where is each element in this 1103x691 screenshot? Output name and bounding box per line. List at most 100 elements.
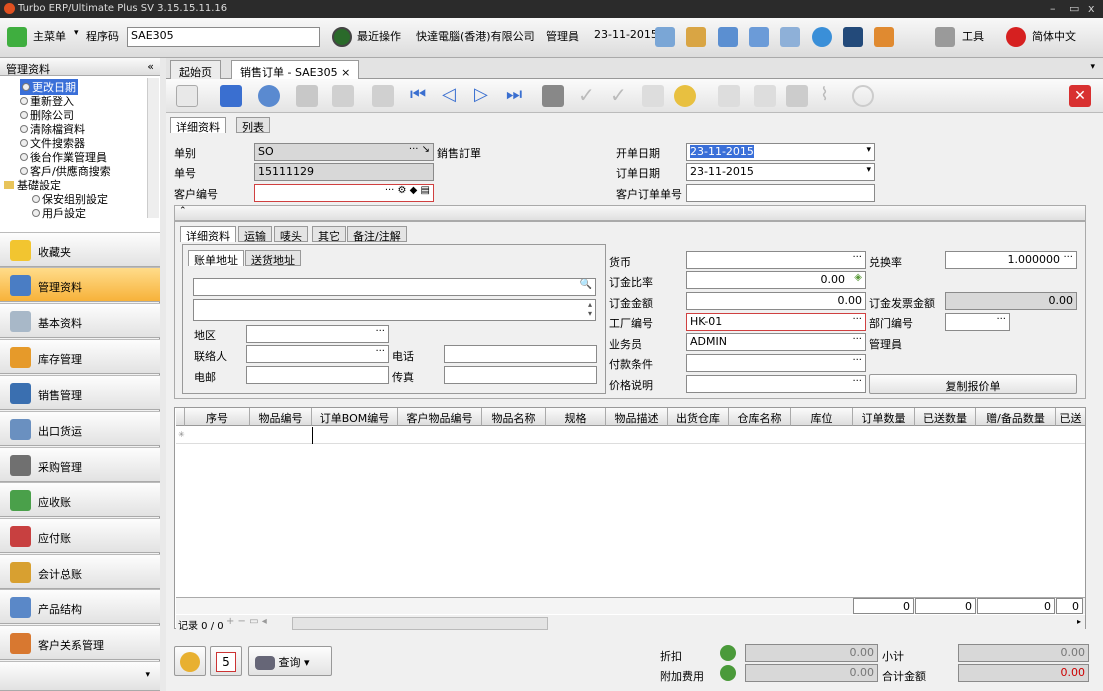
record-nav-buttons[interactable]: + − ▭ ◂ (226, 616, 267, 627)
nav-crm[interactable]: 客户关系管理 (0, 625, 160, 660)
col-bom-no[interactable]: 订单BOM编号 (312, 408, 398, 426)
col-warehouse[interactable]: 出货仓库 (668, 408, 729, 426)
inner-tab-shipping[interactable]: 运输 (238, 226, 272, 243)
query-button[interactable]: 查询 ▾ (248, 646, 332, 676)
salesman-field[interactable]: ADMIN ··· (686, 333, 866, 351)
close-window-icon[interactable]: x (1088, 2, 1095, 15)
nav-ledger[interactable]: 会计总账 (0, 554, 160, 589)
search-doc-icon[interactable] (655, 27, 675, 47)
collapse-icon[interactable]: « (147, 60, 154, 73)
addr-tab-billing[interactable]: 账单地址 (188, 250, 244, 267)
wizard-icon[interactable] (674, 85, 696, 107)
list-icon[interactable] (718, 27, 738, 47)
last-record-icon[interactable]: ⏭ (506, 84, 528, 106)
grid-new-row[interactable]: ✳ (176, 427, 1085, 444)
col-item-no[interactable]: 物品编号 (250, 408, 312, 426)
region-field[interactable]: ··· (246, 325, 389, 343)
cust-order-field[interactable] (686, 184, 875, 202)
nav-purchase[interactable]: 采购管理 (0, 447, 160, 482)
stamp-icon[interactable] (642, 85, 664, 107)
address-line1-input[interactable]: 🔍 (193, 278, 596, 296)
new-icon[interactable] (176, 85, 198, 107)
clock-icon[interactable] (332, 27, 352, 47)
copy-icon[interactable] (718, 85, 740, 107)
nav-favorites[interactable]: 收藏夹 (0, 232, 160, 267)
delete-icon[interactable] (332, 85, 354, 107)
language-menu[interactable]: 简体中文 (1032, 28, 1076, 44)
rate-field[interactable]: 1.000000 ··· (945, 251, 1077, 269)
prev-record-icon[interactable]: ◁ (442, 84, 464, 106)
china-flag-icon[interactable] (1006, 27, 1026, 47)
nav-more[interactable]: ▾ (0, 661, 160, 691)
edit-icon[interactable] (296, 85, 318, 107)
phone-field[interactable] (444, 345, 597, 363)
tools-icon[interactable] (935, 27, 955, 47)
header-collapse-bar[interactable]: ⌃ (174, 205, 1086, 221)
calendar-button[interactable]: 5 (210, 646, 242, 676)
col-seq[interactable]: 序号 (185, 408, 250, 426)
email-field[interactable] (246, 366, 389, 384)
print-icon[interactable] (786, 85, 808, 107)
nav-payable[interactable]: 应付账 (0, 518, 160, 553)
tab-list[interactable]: 列表 (236, 117, 270, 134)
filter-icon[interactable] (542, 85, 564, 107)
check-circle-icon[interactable] (852, 85, 874, 107)
tab-home[interactable]: 起始页 (170, 60, 221, 79)
discount-add-icon[interactable] (720, 645, 736, 661)
horizontal-scrollbar[interactable] (292, 617, 548, 630)
inner-tab-marks[interactable]: 唛头 (274, 226, 308, 243)
first-record-icon[interactable]: ⏮ (410, 84, 432, 106)
currency-field[interactable]: ··· (686, 251, 866, 269)
close-doc-icon[interactable]: ✕ (1069, 85, 1091, 107)
print-menu-icon[interactable] (372, 85, 394, 107)
nav-bom[interactable]: 产品结构 (0, 589, 160, 624)
prog-code-input[interactable]: SAE305 (127, 27, 320, 47)
inner-tab-detail[interactable]: 详细资料 (180, 226, 236, 243)
contact-field[interactable]: ··· (246, 345, 389, 363)
money-button[interactable] (174, 646, 206, 676)
nav-sales[interactable]: 销售管理 (0, 375, 160, 410)
copy-quote-button[interactable]: 复制报价单 (869, 374, 1077, 394)
address-line2-input[interactable]: ▴ ▾ (193, 299, 596, 321)
col-location[interactable]: 库位 (791, 408, 853, 426)
attach-icon[interactable]: ⌇ (820, 84, 842, 106)
maximize-icon[interactable]: ▭ (1069, 2, 1079, 15)
inner-tab-other[interactable]: 其它 (312, 226, 346, 243)
monitor-icon[interactable] (843, 27, 863, 47)
next-record-icon[interactable]: ▷ (474, 84, 496, 106)
col-sent-qty[interactable]: 已送数量 (915, 408, 976, 426)
col-gift-qty[interactable]: 赠/备品数量 (976, 408, 1056, 426)
type-field[interactable]: SO ··· ↘ (254, 143, 434, 161)
tab-close-icon[interactable]: × (341, 66, 350, 79)
tab-detail[interactable]: 详细资料 (170, 117, 226, 134)
payment-terms-field[interactable]: ··· (686, 354, 866, 372)
nav-inventory[interactable]: 库存管理 (0, 339, 160, 374)
scroll-right-icon[interactable]: ▸ (1077, 617, 1081, 626)
cust-no-field[interactable]: ··· ⚙ ◆ ▤ (254, 184, 434, 202)
refresh-record-icon[interactable] (258, 85, 280, 107)
price-terms-field[interactable]: ··· (686, 375, 866, 393)
tab-list-icon[interactable]: ▾ (1090, 62, 1095, 72)
deposit-ratio-field[interactable]: 0.00 ◈ (686, 271, 866, 289)
home-icon[interactable] (686, 27, 706, 47)
main-menu-icon[interactable] (7, 27, 27, 47)
extra-fee-add-icon[interactable] (720, 665, 736, 681)
recent-ops-button[interactable]: 最近操作 (357, 28, 401, 44)
factory-field[interactable]: HK-01 ··· (686, 313, 866, 331)
nav-admin[interactable]: 管理资料 (0, 267, 160, 302)
tools-menu[interactable]: 工具 (962, 28, 984, 44)
inner-tab-remarks[interactable]: 备注/注解 (347, 226, 407, 243)
col-desc[interactable]: 物品描述 (606, 408, 668, 426)
dept-field[interactable]: ··· (945, 313, 1010, 331)
refresh-icon[interactable] (812, 27, 832, 47)
save-icon[interactable] (220, 85, 242, 107)
col-order-qty[interactable]: 订单数量 (853, 408, 915, 426)
preview-icon[interactable] (780, 27, 800, 47)
minimize-icon[interactable]: – (1050, 2, 1056, 15)
nav-receivable[interactable]: 应收账 (0, 482, 160, 517)
tree-scrollbar[interactable] (147, 78, 159, 218)
col-item-name[interactable]: 物品名称 (482, 408, 546, 426)
col-warehouse-name[interactable]: 仓库名称 (729, 408, 791, 426)
order-date-field[interactable]: 23-11-2015 ▾ (686, 163, 875, 181)
deposit-amount-field[interactable]: 0.00 (686, 292, 866, 310)
